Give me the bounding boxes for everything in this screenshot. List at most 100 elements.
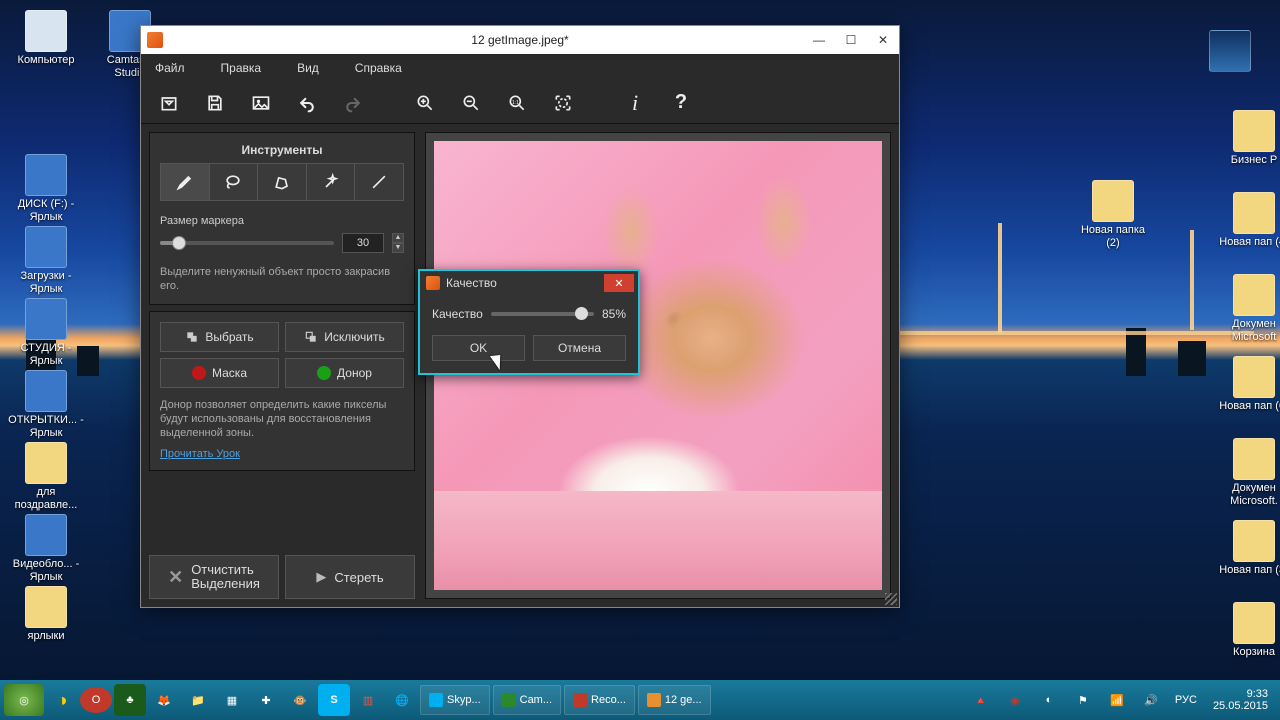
- taskbar-task[interactable]: Skyp...: [420, 685, 490, 715]
- zoom-fit-icon[interactable]: [549, 89, 577, 117]
- tray-language[interactable]: РУС: [1169, 694, 1203, 706]
- taskbar-pin-8[interactable]: 🐵: [284, 684, 316, 716]
- zoom-actual-icon[interactable]: 1:1: [503, 89, 531, 117]
- taskbar-pin-3[interactable]: ♣: [114, 684, 146, 716]
- desktop-icon[interactable]: ярлыки: [8, 586, 84, 643]
- desktop-icon[interactable]: Новая папка (2): [1075, 180, 1151, 249]
- marker-size-slider[interactable]: [160, 241, 334, 245]
- taskbar-task[interactable]: 12 ge...: [638, 685, 711, 715]
- menu-help[interactable]: Справка: [355, 61, 402, 75]
- titlebar[interactable]: 12 getImage.jpeg* — ☐ ✕: [141, 26, 899, 54]
- select-button[interactable]: Выбрать: [160, 322, 279, 352]
- desktop-icon[interactable]: Новая пап (3): [1216, 520, 1280, 577]
- taskbar-task[interactable]: Cam...: [493, 685, 561, 715]
- main-toolbar: 1:1 i ?: [141, 82, 899, 124]
- desktop-icon[interactable]: ОТКРЫТКИ... - Ярлык: [8, 370, 84, 439]
- menu-edit[interactable]: Правка: [221, 61, 262, 75]
- marker-size-stepper[interactable]: ▲▼: [392, 233, 404, 253]
- taskbar-pin-1[interactable]: ◑: [46, 684, 78, 716]
- donor-button[interactable]: Донор: [285, 358, 404, 388]
- quality-slider[interactable]: [491, 312, 594, 316]
- taskbar-pin-5[interactable]: 📁: [182, 684, 214, 716]
- taskbar-pin-6[interactable]: ▦: [216, 684, 248, 716]
- desktop-icon[interactable]: Новая пап (4): [1216, 192, 1280, 249]
- quality-label: Качество: [432, 307, 483, 321]
- menubar: Файл Правка Вид Справка: [141, 54, 899, 82]
- taskbar-pin-2[interactable]: O: [80, 687, 112, 713]
- tray-icon-4[interactable]: ⚑: [1067, 684, 1099, 716]
- erase-button[interactable]: ▶ Стереть: [285, 555, 415, 599]
- desktop-icon[interactable]: ДИСК (F:) - Ярлык: [8, 154, 84, 223]
- start-button[interactable]: ◎: [4, 684, 44, 716]
- info-icon[interactable]: i: [621, 89, 649, 117]
- lasso-tool-icon[interactable]: [210, 164, 259, 200]
- tray-volume-icon[interactable]: 🔊: [1135, 684, 1167, 716]
- marker-tool-icon[interactable]: [161, 164, 210, 200]
- read-lesson-link[interactable]: Прочитать Урок: [160, 448, 240, 460]
- taskbar-pin-11[interactable]: 🌐: [386, 684, 418, 716]
- undo-icon[interactable]: [293, 89, 321, 117]
- tray-icon-1[interactable]: 🔺: [965, 684, 997, 716]
- zoom-in-icon[interactable]: [411, 89, 439, 117]
- folder-icon: [1233, 438, 1275, 480]
- folder-icon: [25, 442, 67, 484]
- folder-icon: [1233, 602, 1275, 644]
- open-icon[interactable]: [155, 89, 183, 117]
- cancel-button[interactable]: Отмена: [533, 335, 626, 361]
- tray-icon-3[interactable]: ◐: [1033, 684, 1065, 716]
- taskbar-pin-7[interactable]: ✚: [250, 684, 282, 716]
- taskbar-pin-9[interactable]: S: [318, 684, 350, 716]
- menu-view[interactable]: Вид: [297, 61, 319, 75]
- desktop-icon[interactable]: Видеобло... - Ярлык: [8, 514, 84, 583]
- marker-size-value[interactable]: 30: [342, 233, 384, 253]
- resize-grip-icon[interactable]: [885, 593, 897, 605]
- marker-hint: Выделите ненужный объект просто закрасив…: [160, 265, 404, 294]
- desktop-icon[interactable]: Новая пап (6): [1216, 356, 1280, 413]
- exclude-button[interactable]: Исключить: [285, 322, 404, 352]
- menu-file[interactable]: Файл: [155, 61, 185, 75]
- taskbar-pin-10[interactable]: ▥: [352, 684, 384, 716]
- folder-icon: [25, 370, 67, 412]
- task-icon: [647, 693, 661, 707]
- mask-button[interactable]: Маска: [160, 358, 279, 388]
- polygon-tool-icon[interactable]: [258, 164, 307, 200]
- taskbar: ◎ ◑ O ♣ 🦊 📁 ▦ ✚ 🐵 S ▥ 🌐 Skyp...Cam...Rec…: [0, 680, 1280, 720]
- tray-clock[interactable]: 9:33 25.05.2015: [1205, 688, 1276, 712]
- tray-network-icon[interactable]: 📶: [1101, 684, 1133, 716]
- desktop-icon[interactable]: Компьютер: [8, 10, 84, 67]
- red-dot-icon: [192, 366, 206, 380]
- tray-icon-2[interactable]: ◉: [999, 684, 1031, 716]
- desktop-icon[interactable]: Докумен Microsoft: [1216, 274, 1280, 343]
- desktop-icon[interactable]: Бизнес Р: [1216, 110, 1280, 167]
- folder-icon: [1233, 274, 1275, 316]
- desktop-icon[interactable]: СТУДИЯ - Ярлык: [8, 298, 84, 367]
- save-icon[interactable]: [201, 89, 229, 117]
- dialog-titlebar[interactable]: Качество ✕: [420, 271, 638, 295]
- app-shortcut-icon: [1209, 30, 1251, 72]
- desktop-icon[interactable]: Докумен Microsoft.: [1216, 438, 1280, 507]
- ok-button[interactable]: OK: [432, 335, 525, 361]
- image-icon[interactable]: [247, 89, 275, 117]
- taskbar-pin-4[interactable]: 🦊: [148, 684, 180, 716]
- line-tool-icon[interactable]: [355, 164, 403, 200]
- desktop-icon[interactable]: для поздравле...: [8, 442, 84, 511]
- redo-icon: [339, 89, 367, 117]
- zoom-out-icon[interactable]: [457, 89, 485, 117]
- desktop-icon[interactable]: Загрузки - Ярлык: [8, 226, 84, 295]
- green-dot-icon: [317, 366, 331, 380]
- wand-tool-icon[interactable]: [307, 164, 356, 200]
- taskbar-task[interactable]: Reco...: [564, 685, 635, 715]
- marker-size-label: Размер маркера: [160, 215, 404, 227]
- dialog-close-button[interactable]: ✕: [604, 274, 634, 292]
- dialog-app-icon: [426, 276, 440, 290]
- clear-selection-button[interactable]: ✕ Отчистить Выделения: [149, 555, 279, 599]
- desktop-icon[interactable]: Корзина: [1216, 602, 1280, 659]
- help-icon[interactable]: ?: [667, 89, 695, 117]
- folder-icon: [25, 514, 67, 556]
- selection-mode-panel: Выбрать Исключить Маска: [149, 311, 415, 472]
- tool-selector: [160, 163, 404, 201]
- desktop-icon[interactable]: [1192, 30, 1268, 74]
- folder-icon: [25, 586, 67, 628]
- x-icon: ✕: [168, 567, 183, 588]
- task-icon: [502, 693, 516, 707]
